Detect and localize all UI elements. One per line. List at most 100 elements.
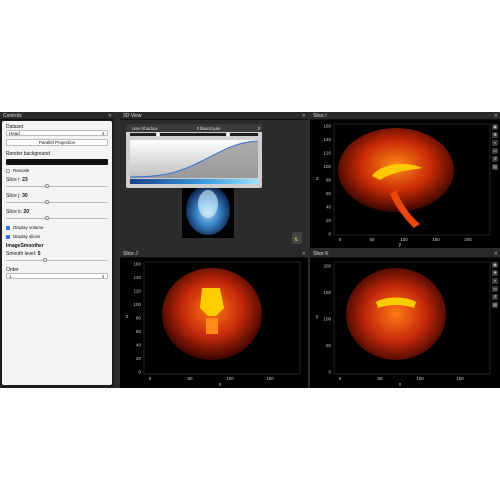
background-color-picker[interactable] <box>6 159 108 165</box>
slice-k-slider[interactable] <box>6 216 108 221</box>
chevron-updown-icon: ⇕ <box>257 126 261 131</box>
slice-j-y-tick-100: 100 <box>133 302 141 307</box>
render-background-label: Render background <box>6 151 50 157</box>
slice-i-y-tick-60: 60 <box>326 191 332 196</box>
controls-panel: Controls ✕ Dataset Head ⇕ Parallel Proje… <box>0 112 114 388</box>
save-icon[interactable]: ▤ <box>492 164 498 170</box>
slice-i-panel: Slice I ✕ 160 140 120 100 80 60 40 20 0 0 50 100 15… <box>310 112 500 248</box>
view-3d-close-icon[interactable]: ✕ <box>302 112 306 120</box>
slice-i-x-tick-100: 100 <box>400 237 408 242</box>
slice-k-x-tick-100: 100 <box>416 376 424 381</box>
view-3d-header: 3D View ✕ <box>120 112 308 120</box>
reset-icon[interactable]: ↺ <box>492 156 498 162</box>
color-wheel-icon[interactable]: ◉ <box>492 262 498 268</box>
move-icon[interactable]: ✥ <box>492 132 498 138</box>
slice-k-canvas[interactable]: 200150100500 0 50 100 150 x y <box>310 258 500 388</box>
slice-i-y-tick-160: 160 <box>323 124 331 129</box>
shadow-select-label[interactable]: Use Shadow <box>132 126 158 131</box>
slice-k-thumb[interactable] <box>44 216 49 220</box>
dataset-value: Head <box>9 131 20 136</box>
slice-j-y-tick-120: 120 <box>133 289 141 294</box>
slice-j-header: Slice J ✕ <box>120 250 308 258</box>
slice-i-close-icon[interactable]: ✕ <box>494 112 498 120</box>
dataset-select[interactable]: Head ⇕ <box>6 130 108 136</box>
slice-j-x-tick-150: 150 <box>266 376 274 381</box>
slice-j-close-icon[interactable]: ✕ <box>302 250 306 258</box>
reset-icon[interactable]: ↺ <box>492 294 498 300</box>
svg-text:⇅: ⇅ <box>294 237 298 243</box>
slice-k-close-icon[interactable]: ✕ <box>494 250 498 258</box>
view-3d-panel: 3D View ✕ Use Shadow ⇕ blue2cyan ⇕ ⇅ <box>120 112 308 248</box>
slice-j-x-tick-50: 50 <box>187 376 193 381</box>
transfer-function-widget[interactable]: Use Shadow ⇕ blue2cyan ⇕ <box>126 124 262 188</box>
chevron-updown-icon: ⇕ <box>101 131 105 136</box>
slice-i-label: Slice i: 23 <box>6 177 28 183</box>
box-zoom-icon[interactable]: ▭ <box>492 286 498 292</box>
slice-k-label: Slice k: 20 <box>6 209 30 215</box>
slice-i-y-tick-140: 140 <box>323 137 331 142</box>
zoom-icon[interactable]: ⌕ <box>492 140 498 146</box>
slice-k-x-tick-150: 150 <box>456 376 464 381</box>
order-select[interactable]: 1 ⇕ <box>6 273 108 279</box>
smooth-level-thumb[interactable] <box>42 258 47 262</box>
tf-handle-left[interactable] <box>156 132 160 137</box>
slice-j-x-tick-100: 100 <box>226 376 234 381</box>
slice-j-thumb[interactable] <box>44 200 49 204</box>
slice-k-x-tick-50: 50 <box>377 376 383 381</box>
slice-k-y-tick-50: 50 <box>326 343 332 348</box>
slice-i-slider[interactable] <box>6 184 108 189</box>
slice-j-y-tick-140: 140 <box>133 275 141 280</box>
slice-k-y-tick-150: 150 <box>323 290 331 295</box>
slice-i-y-tick-100: 100 <box>323 164 331 169</box>
order-value: 1 <box>9 274 12 279</box>
slice-j-canvas[interactable]: 160140120100806040200 0 50 100 150 x z <box>120 258 308 388</box>
rescale-label: Rescale <box>13 168 30 173</box>
slice-j-panel: Slice J ✕ 160 140 120 100 80 60 40 20 0 0 50 100 15… <box>120 250 308 388</box>
colormap-preview <box>130 179 258 184</box>
display-slices-checkbox[interactable]: Display slices <box>6 234 108 240</box>
slice-j-y-tick-160: 160 <box>133 262 141 267</box>
slice-j-y-tick-40: 40 <box>136 343 142 348</box>
slice-j-y-tick-60: 60 <box>136 329 142 334</box>
view-3d-canvas[interactable]: Use Shadow ⇕ blue2cyan ⇕ ⇅ <box>120 120 308 248</box>
axial-brain <box>346 268 446 360</box>
rescale-checkbox[interactable]: Rescale <box>6 168 108 174</box>
slice-k-y-tick-100: 100 <box>323 317 331 322</box>
slice-j-label: Slice j: 30 <box>6 193 28 199</box>
image-smoother-title: ImageSmoother <box>6 243 44 249</box>
slice-k-header: Slice K ✕ <box>310 250 500 258</box>
move-icon[interactable]: ✥ <box>492 270 498 276</box>
slice-i-y-tick-20: 20 <box>326 218 332 223</box>
colormap-select-label[interactable]: blue2cyan <box>200 126 221 131</box>
slice-k-toolbar: ◉ ✥ ⌕ ▭ ↺ ▤ <box>492 262 499 308</box>
rescale-checkbox-box[interactable] <box>6 169 10 173</box>
slice-i-canvas[interactable]: 160140120100806040200 0 50 100 150 200 y z <box>310 120 500 248</box>
zoom-icon[interactable]: ⌕ <box>492 278 498 284</box>
display-volume-checkbox-box[interactable] <box>6 226 10 230</box>
smooth-level-slider[interactable] <box>6 258 108 263</box>
box-zoom-icon[interactable]: ▭ <box>492 148 498 154</box>
slice-k-panel: Slice K ✕ 200 150 100 50 0 0 50 100 150 x y ◉ ✥ <box>310 250 500 388</box>
slice-i-thumb[interactable] <box>44 184 49 188</box>
slice-j-slider[interactable] <box>6 200 108 205</box>
display-slices-checkbox-box[interactable] <box>6 235 10 239</box>
slice-j-y-tick-80: 80 <box>136 316 142 321</box>
display-volume-checkbox[interactable]: Display volume <box>6 225 108 231</box>
slice-i-y-tick-40: 40 <box>326 205 332 210</box>
slice-i-title: Slice I <box>313 113 327 119</box>
display-volume-label: Display volume <box>13 225 44 230</box>
smooth-level-label: Smooth level: 5 <box>6 251 41 257</box>
controls-close-icon[interactable]: ✕ <box>108 112 112 120</box>
save-icon[interactable]: ▤ <box>492 302 498 308</box>
slice-i-x-tick-50: 50 <box>369 237 375 242</box>
chevron-updown-icon: ⇕ <box>101 274 105 279</box>
controls-header: Controls ✕ <box>0 112 114 120</box>
view-3d-title: 3D View <box>123 113 142 119</box>
parallel-projection-button[interactable]: Parallel Projection <box>6 139 108 146</box>
controls-body: Dataset Head ⇕ Parallel Projection Rende… <box>2 121 112 385</box>
color-wheel-icon[interactable]: ◉ <box>492 124 498 130</box>
slice-i-header: Slice I ✕ <box>310 112 500 120</box>
slice-j-y-tick-20: 20 <box>136 356 142 361</box>
tf-handle-right[interactable] <box>226 132 230 137</box>
slice-i-y-tick-80: 80 <box>326 178 332 183</box>
